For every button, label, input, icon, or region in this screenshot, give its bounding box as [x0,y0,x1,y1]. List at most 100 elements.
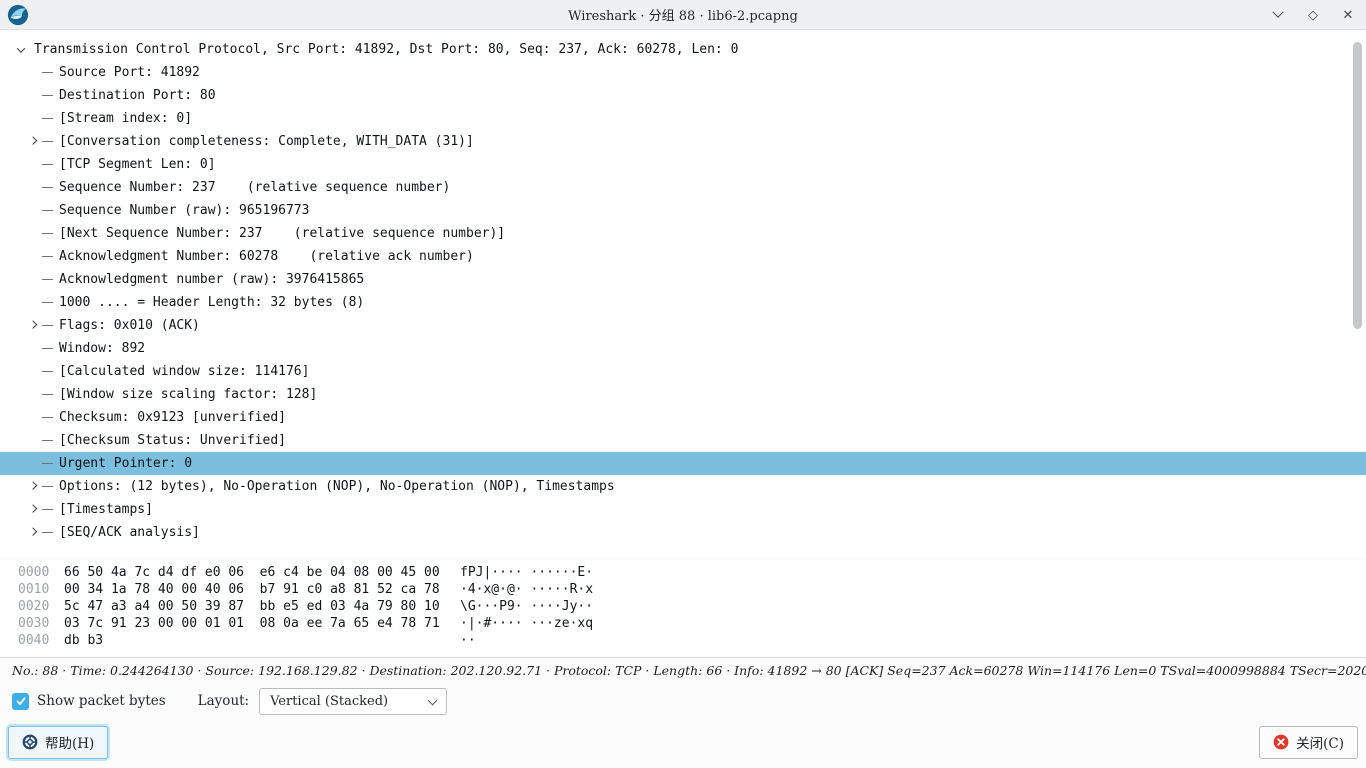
tree-branch-line [42,187,53,188]
help-button-label: 帮助(H) [45,732,94,752]
tree-item[interactable]: Destination Port: 80 [0,84,1366,107]
hex-row[interactable]: 0040 db b3 ·· [18,633,1366,650]
tree-expander-spacer [26,227,40,241]
hex-offset: 0010 [18,582,64,599]
help-button[interactable]: 帮助(H) [8,726,108,759]
show-packet-bytes-checkbox[interactable] [12,693,29,710]
tree-expander-spacer [26,388,40,402]
tree-branch-line [42,325,53,326]
chevron-right-icon[interactable] [26,526,40,540]
tree-expander-spacer [26,457,40,471]
tree-item[interactable]: Acknowledgment number (raw): 3976415865 [0,268,1366,291]
tree-item[interactable]: Options: (12 bytes), No-Operation (NOP),… [0,475,1366,498]
hex-bytes: 03 7c 91 23 00 00 01 01 08 0a ee 7a 65 e… [64,616,460,633]
tree-branch-line [42,95,53,96]
tree-item[interactable]: [Conversation completeness: Complete, WI… [0,130,1366,153]
tree-item[interactable]: Acknowledgment Number: 60278 (relative a… [0,245,1366,268]
vertical-scrollbar[interactable] [1353,40,1363,549]
chevron-right-icon[interactable] [26,503,40,517]
chevron-down-icon [1272,7,1283,18]
tree-root-label: Transmission Control Protocol, Src Port:… [34,42,738,57]
tree-expander-spacer [26,273,40,287]
tree-item[interactable]: [Next Sequence Number: 237 (relative seq… [0,222,1366,245]
close-icon [1273,734,1289,750]
tree-branch-line [42,72,53,73]
hex-offset: 0030 [18,616,64,633]
tree-item-label: [SEQ/ACK analysis] [59,525,200,540]
show-packet-bytes-control[interactable]: Show packet bytes [12,693,166,710]
tree-branch-line [42,210,53,211]
tree-item[interactable]: [Stream index: 0] [0,107,1366,130]
tree-item-label: Sequence Number (raw): 965196773 [59,203,309,218]
minimize-button[interactable] [1270,7,1286,23]
tree-item[interactable]: Urgent Pointer: 0 [0,452,1366,475]
tree-expander-spacer [26,434,40,448]
tree-branch-line [42,509,53,510]
hex-row[interactable]: 0020 5c 47 a3 a4 00 50 39 87 bb e5 ed 03… [18,599,1366,616]
tree-item[interactable]: Source Port: 41892 [0,61,1366,84]
button-row: 帮助(H) 关闭(C) [8,725,1358,759]
tree-item[interactable]: Flags: 0x010 (ACK) [0,314,1366,337]
hex-ascii: ·4·x@·@· ·····R·x [460,582,593,599]
tree-branch-line [42,394,53,395]
tree-item[interactable]: [Timestamps] [0,498,1366,521]
close-button[interactable]: 关闭(C) [1259,726,1358,759]
titlebar[interactable]: Wireshark · 分组 88 · lib6-2.pcapng ◇ ✕ [0,0,1366,30]
tree-item[interactable]: Sequence Number (raw): 965196773 [0,199,1366,222]
hex-offset: 0040 [18,633,64,650]
tree-item[interactable]: Window: 892 [0,337,1366,360]
tree-item[interactable]: Checksum: 0x9123 [unverified] [0,406,1366,429]
chevron-right-icon[interactable] [26,480,40,494]
hex-bytes: 66 50 4a 7c d4 df e0 06 e6 c4 be 04 08 0… [64,565,460,582]
tree-branch-line [42,486,53,487]
chevron-right-icon[interactable] [26,319,40,333]
maximize-button[interactable]: ◇ [1305,7,1321,23]
tree-item[interactable]: [TCP Segment Len: 0] [0,153,1366,176]
tree-children: Source Port: 41892 Destination Port: 80 … [0,61,1366,544]
divider [0,657,1366,658]
tree-item[interactable]: Sequence Number: 237 (relative sequence … [0,176,1366,199]
hex-bytes: db b3 [64,633,460,650]
tree-branch-line [42,279,53,280]
tree-item-label: [Conversation completeness: Complete, WI… [59,134,474,149]
tree-item[interactable]: [Window size scaling factor: 128] [0,383,1366,406]
tree-root-item[interactable]: Transmission Control Protocol, Src Port:… [0,38,1366,61]
tree-branch-line [42,164,53,165]
tree-expander-spacer [26,411,40,425]
help-icon [22,734,38,750]
tree-branch-line [42,532,53,533]
tree-expander-spacer [26,250,40,264]
tree-item[interactable]: 1000 .... = Header Length: 32 bytes (8) [0,291,1366,314]
check-icon [15,695,27,707]
tree-item-label: Options: (12 bytes), No-Operation (NOP),… [59,479,615,494]
tree-item-label: [Window size scaling factor: 128] [59,387,317,402]
hex-row[interactable]: 0000 66 50 4a 7c d4 df e0 06 e6 c4 be 04… [18,565,1366,582]
tree-branch-line [42,371,53,372]
chevron-right-icon[interactable] [26,135,40,149]
scrollbar-thumb[interactable] [1353,42,1362,329]
tree-item-label: Source Port: 41892 [59,65,200,80]
hex-row[interactable]: 0010 00 34 1a 78 40 00 40 06 b7 91 c0 a8… [18,582,1366,599]
tree-item-label: Acknowledgment number (raw): 3976415865 [59,272,364,287]
tree-item-label: Checksum: 0x9123 [unverified] [59,410,286,425]
tree-item-label: Window: 892 [59,341,145,356]
chevron-down-icon [428,695,438,705]
hex-offset: 0000 [18,565,64,582]
tree-item[interactable]: [Checksum Status: Unverified] [0,429,1366,452]
show-packet-bytes-label: Show packet bytes [37,693,166,709]
tree-item-label: [Calculated window size: 114176] [59,364,309,379]
chevron-down-icon[interactable] [14,43,28,57]
tree-branch-line [42,118,53,119]
tree-item[interactable]: [Calculated window size: 114176] [0,360,1366,383]
hex-offset: 0020 [18,599,64,616]
tree-branch-line [42,256,53,257]
layout-dropdown[interactable]: Vertical (Stacked) [259,688,447,715]
tree-item[interactable]: [SEQ/ACK analysis] [0,521,1366,544]
tree-expander-spacer [26,365,40,379]
tree-branch-line [42,463,53,464]
layout-label: Layout: [198,693,249,709]
hex-row[interactable]: 0030 03 7c 91 23 00 00 01 01 08 0a ee 7a… [18,616,1366,633]
close-window-button[interactable]: ✕ [1340,7,1356,23]
tree-expander-spacer [26,342,40,356]
tree-expander-spacer [26,112,40,126]
